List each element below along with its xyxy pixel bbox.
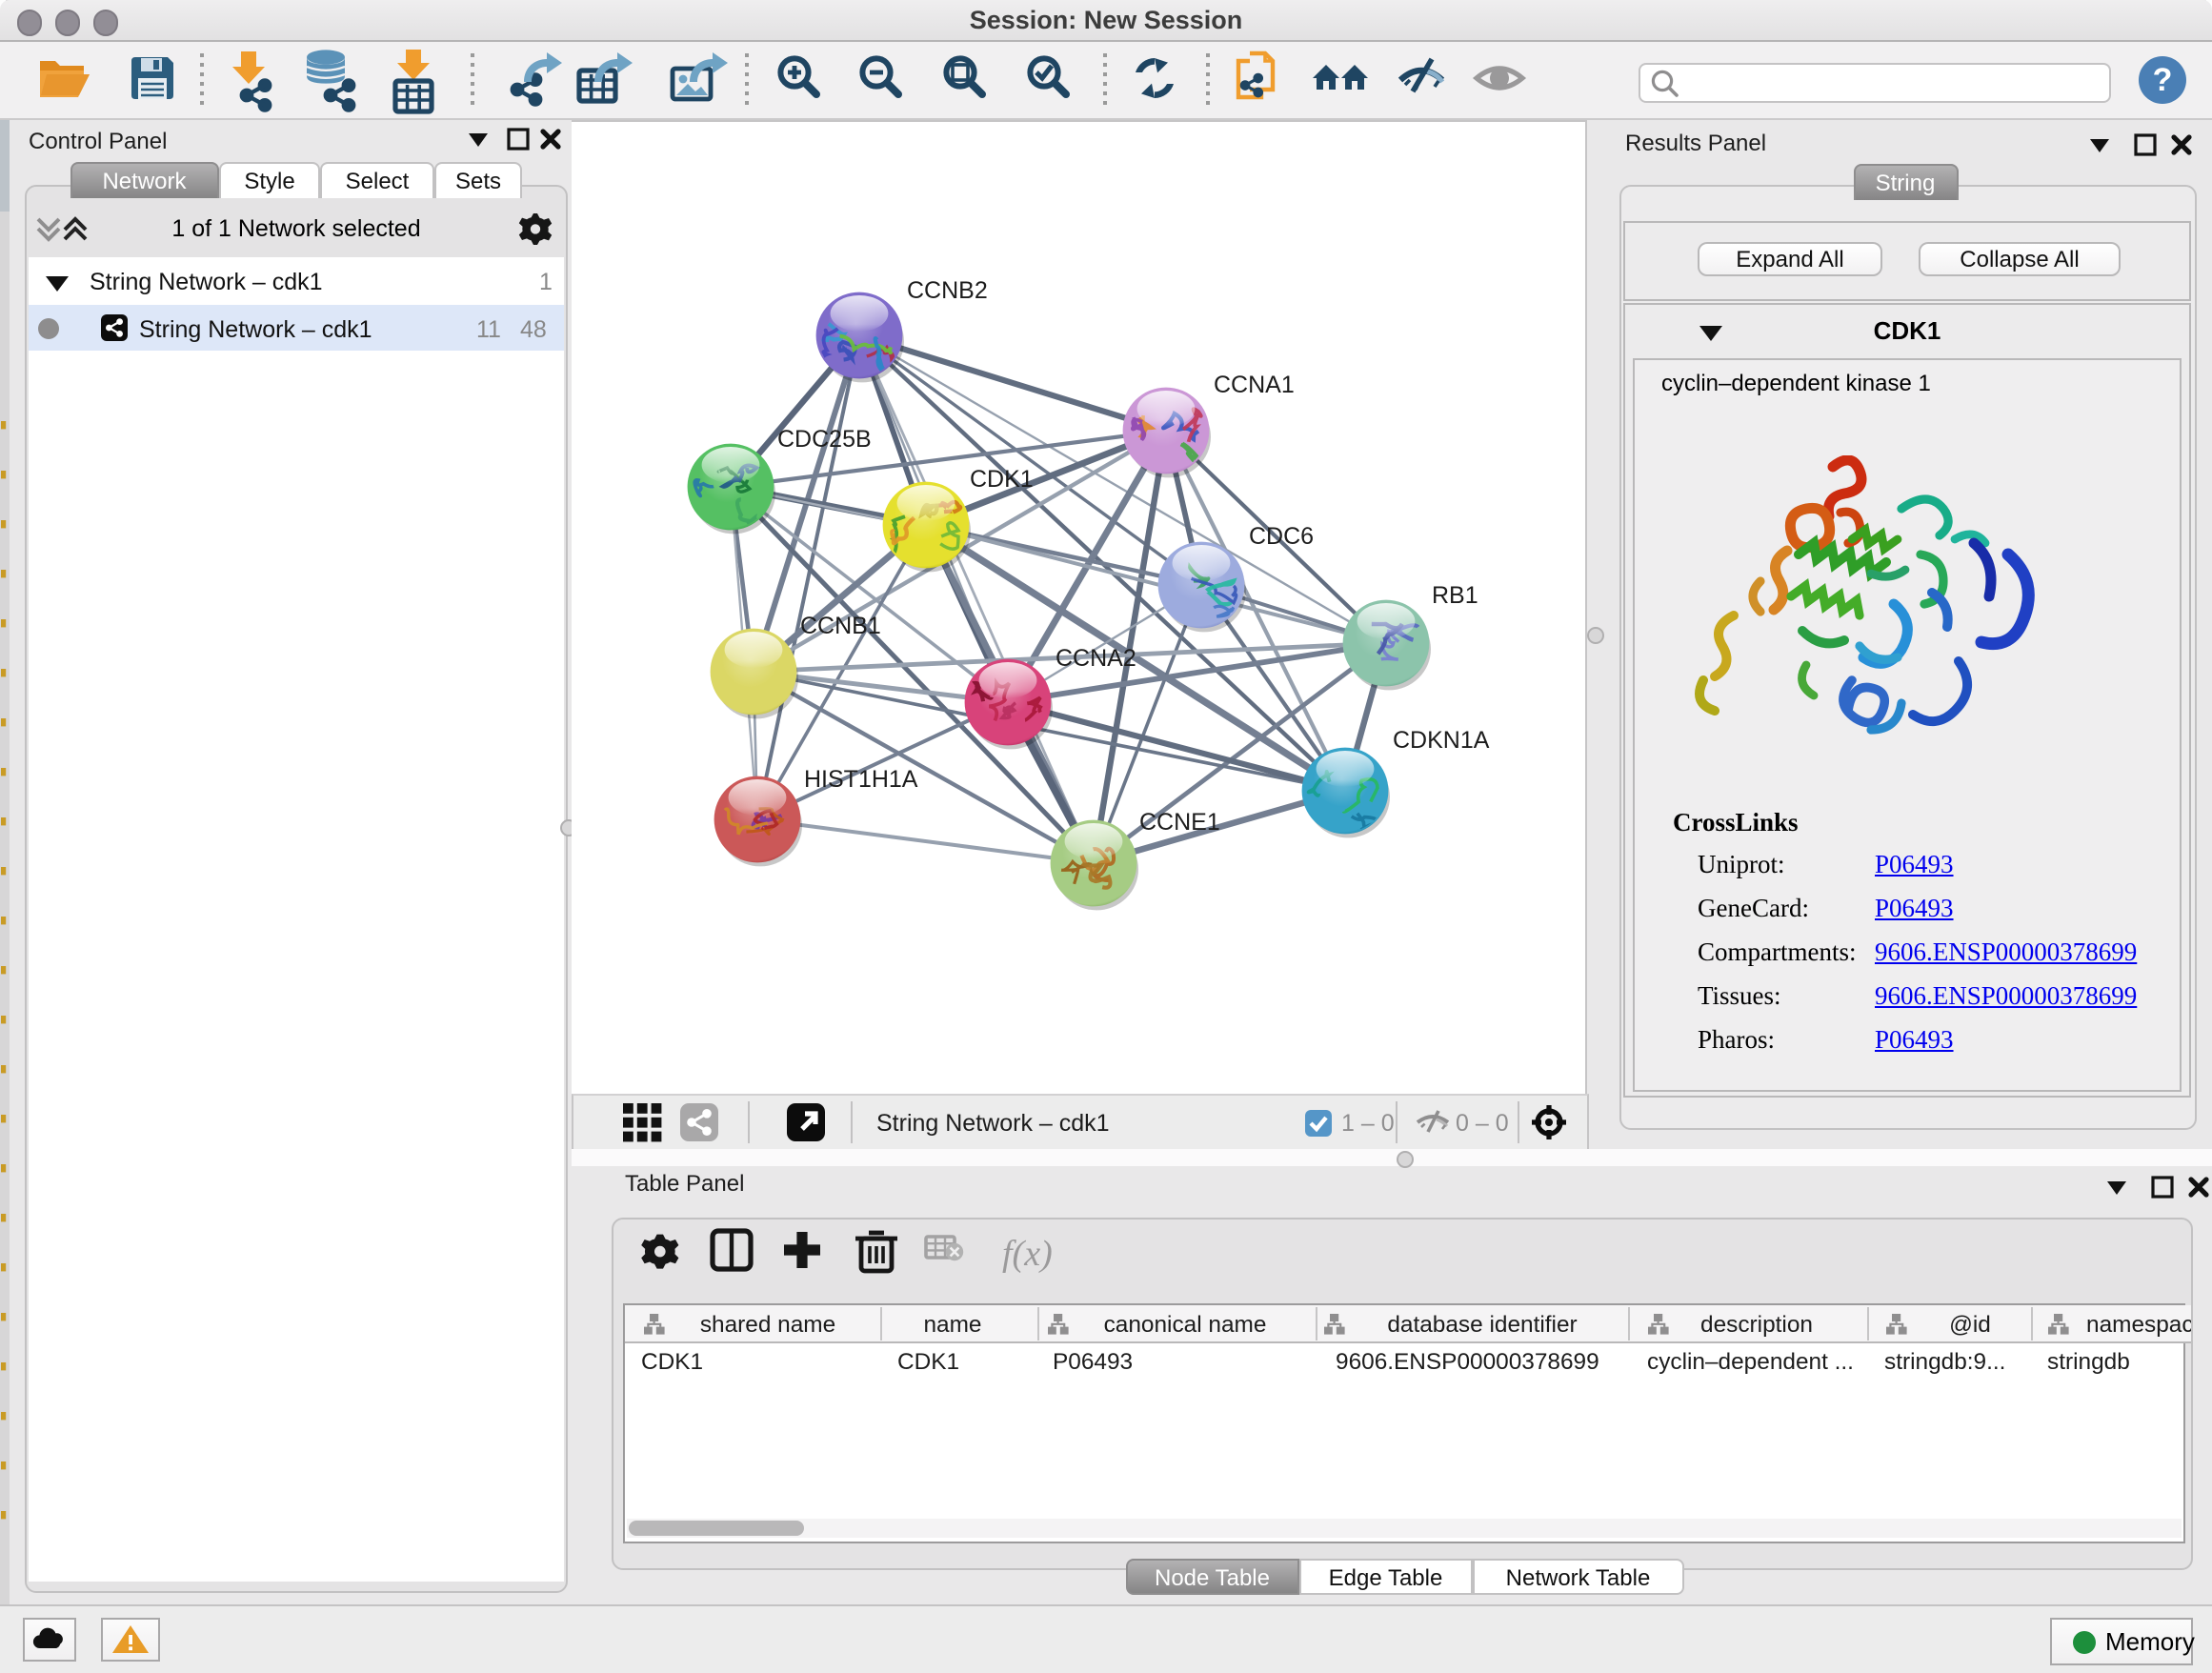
svg-text:CCNA2: CCNA2 bbox=[1056, 644, 1136, 671]
svg-text:CCNE1: CCNE1 bbox=[1139, 808, 1220, 835]
svg-text:CDC25B: CDC25B bbox=[777, 425, 872, 452]
svg-text:f(x): f(x) bbox=[1002, 1233, 1053, 1273]
svg-text:canonical name: canonical name bbox=[1103, 1311, 1266, 1337]
svg-text:CDKN1A: CDKN1A bbox=[1393, 726, 1490, 753]
svg-text:CCNA1: CCNA1 bbox=[1214, 371, 1295, 397]
svg-text:CDC6: CDC6 bbox=[1249, 522, 1314, 549]
svg-text:9606.ENSP00000378699: 9606.ENSP00000378699 bbox=[1335, 1348, 1599, 1374]
svg-text:CCNB2: CCNB2 bbox=[907, 276, 988, 303]
svg-text:HIST1H1A: HIST1H1A bbox=[804, 765, 918, 792]
svg-text:CDK1: CDK1 bbox=[970, 465, 1034, 492]
svg-text:stringdb:9...: stringdb:9... bbox=[1883, 1348, 2004, 1374]
svg-text:namespac: namespac bbox=[2085, 1311, 2190, 1337]
svg-text:P06493: P06493 bbox=[1052, 1348, 1132, 1374]
svg-text:1 – 0: 1 – 0 bbox=[1341, 1109, 1395, 1136]
svg-text:?: ? bbox=[2153, 62, 2173, 98]
svg-text:String Network – cdk1: String Network – cdk1 bbox=[876, 1109, 1110, 1136]
svg-text:CDK1: CDK1 bbox=[640, 1348, 702, 1374]
svg-text:0 – 0: 0 – 0 bbox=[1456, 1109, 1509, 1136]
svg-text:database identifier: database identifier bbox=[1386, 1311, 1576, 1337]
svg-text:cyclin–dependent ...: cyclin–dependent ... bbox=[1646, 1348, 1853, 1374]
svg-text:CCNB1: CCNB1 bbox=[800, 612, 881, 638]
svg-text:@id: @id bbox=[1948, 1311, 1990, 1337]
svg-text:CDK1: CDK1 bbox=[896, 1348, 958, 1374]
svg-text:description: description bbox=[1699, 1311, 1812, 1337]
svg-text:name: name bbox=[922, 1311, 980, 1337]
svg-text:RB1: RB1 bbox=[1432, 581, 1478, 608]
svg-text:shared name: shared name bbox=[699, 1311, 835, 1337]
svg-text:stringdb: stringdb bbox=[2046, 1348, 2129, 1374]
